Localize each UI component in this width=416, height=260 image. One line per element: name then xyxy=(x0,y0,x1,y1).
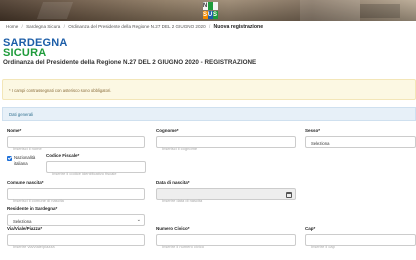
residente-sardegna-select[interactable]: Seleziona ⌄ xyxy=(7,214,145,226)
cognome-input[interactable] xyxy=(157,143,295,154)
data-nascita-label: Data di nascita* xyxy=(156,180,190,185)
section-title: Dati generali xyxy=(9,112,34,117)
chevron-down-icon: ⌄ xyxy=(136,217,141,223)
logo-letter: S xyxy=(212,11,218,19)
numero-civico-field[interactable] xyxy=(156,234,296,252)
nazionalita-label: Nazionalità italiana xyxy=(14,155,35,167)
banner-decoration xyxy=(300,0,360,21)
cognome-field[interactable] xyxy=(156,136,296,154)
codice-fiscale-field[interactable] xyxy=(46,161,146,179)
nome-field[interactable] xyxy=(7,136,145,154)
page-title: Ordinanza del Presidente della Regione N… xyxy=(3,59,257,66)
brand-line-2: SICURA xyxy=(3,47,47,59)
breadcrumb-item-sardegna-sicura[interactable]: Sardegna Sicura xyxy=(26,24,60,29)
sus-logo[interactable]: N S U S xyxy=(202,2,218,19)
via-label: Via/Viale/Piazza* xyxy=(7,226,43,231)
breadcrumb-item-ordinanza[interactable]: Ordinanza del Presidente della Regione N… xyxy=(68,24,205,29)
banner-decoration xyxy=(360,4,400,18)
cognome-label: Cognome* xyxy=(156,128,179,133)
sesso-label: Sesso* xyxy=(305,128,321,133)
data-nascita-input[interactable] xyxy=(157,195,295,206)
cap-input[interactable] xyxy=(306,241,415,252)
breadcrumb-separator: / xyxy=(208,24,211,29)
banner-decoration xyxy=(36,2,74,19)
residente-selected-value: Seleziona xyxy=(13,218,32,224)
calendar-icon[interactable] xyxy=(286,191,292,198)
comune-nascita-label: Comune nascita* xyxy=(7,180,44,185)
residente-sardegna-label: Residente in Sardegna* xyxy=(7,206,58,211)
logo-letter xyxy=(212,2,218,10)
via-input[interactable] xyxy=(8,241,144,252)
breadcrumb-current: Nuova registrazione xyxy=(213,24,264,30)
numero-civico-label: Numero Civico* xyxy=(156,226,190,231)
nome-input[interactable] xyxy=(8,143,144,154)
codice-fiscale-label: Codice Fiscale* xyxy=(46,153,80,158)
comune-nascita-field[interactable] xyxy=(7,188,145,206)
nazionalita-label-line-1: Nazionalità xyxy=(14,155,36,160)
cap-label: Cap* xyxy=(305,226,316,231)
breadcrumb-home[interactable]: Home xyxy=(6,24,18,29)
comune-nascita-input[interactable] xyxy=(8,195,144,206)
nazionalita-label-line-2: italiana xyxy=(14,161,28,166)
breadcrumb: Home / Sardegna Sicura / Ordinanza del P… xyxy=(6,24,263,30)
breadcrumb-separator: / xyxy=(63,24,65,29)
header-banner: N S U S xyxy=(0,0,416,21)
sardegna-sicura-logo[interactable]: SARDEGNA SICURA xyxy=(3,38,68,59)
breadcrumb-separator: / xyxy=(21,24,23,29)
codice-fiscale-input[interactable] xyxy=(47,168,145,179)
sesso-selected-value: Seleziona xyxy=(311,140,330,146)
section-header-dati-generali: Dati generali xyxy=(2,107,416,121)
sesso-select[interactable]: Seleziona xyxy=(305,136,416,148)
data-nascita-field[interactable] xyxy=(156,188,296,206)
nazionalita-italiana-checkbox[interactable] xyxy=(7,156,12,161)
cap-field[interactable] xyxy=(305,234,416,252)
notice-text: * I campi contrassegnati con asterisco s… xyxy=(9,88,112,93)
required-fields-notice: * I campi contrassegnati con asterisco s… xyxy=(2,79,416,100)
via-field[interactable] xyxy=(7,234,145,252)
nome-label: Nome* xyxy=(7,128,22,133)
numero-civico-input[interactable] xyxy=(157,241,295,252)
